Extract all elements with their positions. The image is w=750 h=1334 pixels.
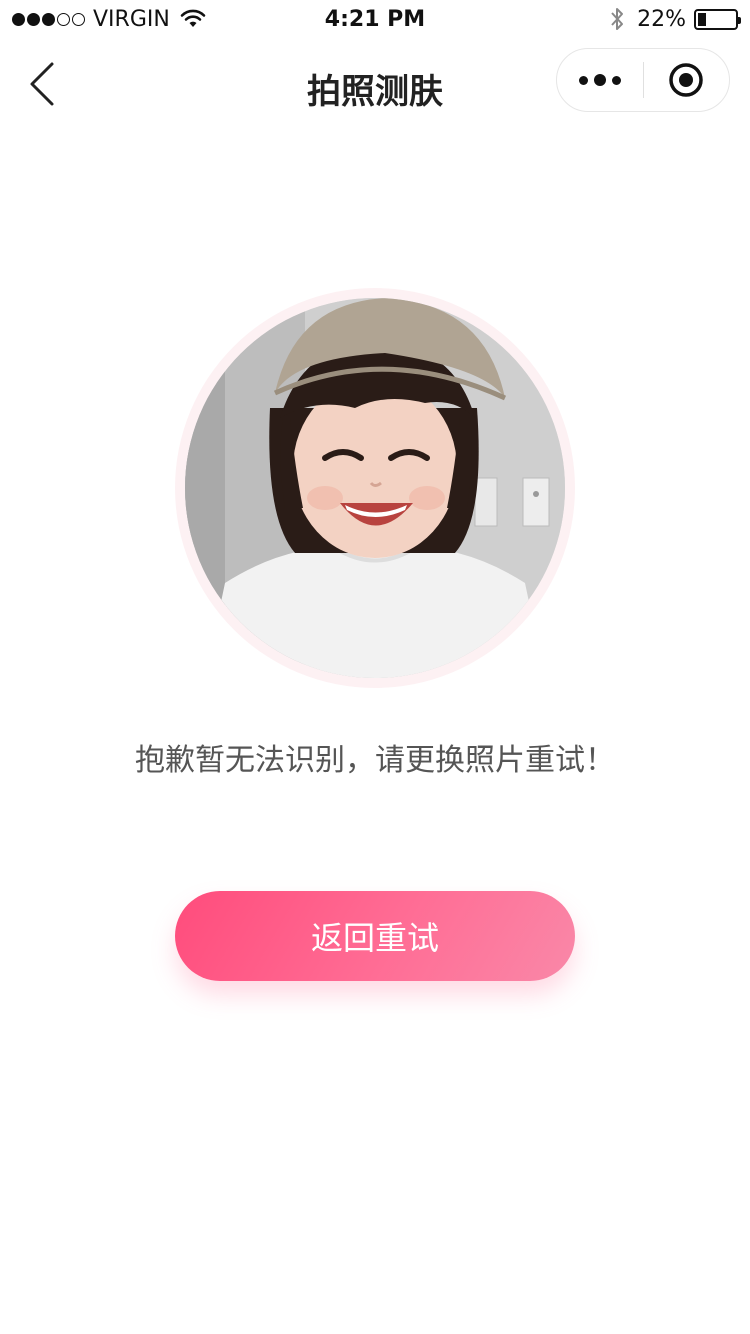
battery-fill [698, 12, 706, 26]
more-button[interactable] [557, 49, 643, 111]
close-button[interactable] [644, 49, 730, 111]
retry-button[interactable]: 返回重试 [175, 891, 575, 981]
battery-icon [694, 8, 741, 30]
more-dots-icon [576, 74, 624, 86]
status-right-group: 22% [609, 6, 741, 32]
uploaded-photo [185, 298, 565, 678]
bluetooth-icon [611, 8, 624, 30]
error-message: 抱歉暂无法识别，请更换照片重试！ [135, 743, 615, 778]
mini-program-capsule [556, 48, 730, 112]
nav-bar: 拍照测肤 [0, 40, 750, 128]
target-circle-icon [669, 63, 703, 97]
battery-percent: 22% [637, 6, 686, 32]
status-bar: VIRGIN 4:21 PM 22% [0, 0, 750, 40]
